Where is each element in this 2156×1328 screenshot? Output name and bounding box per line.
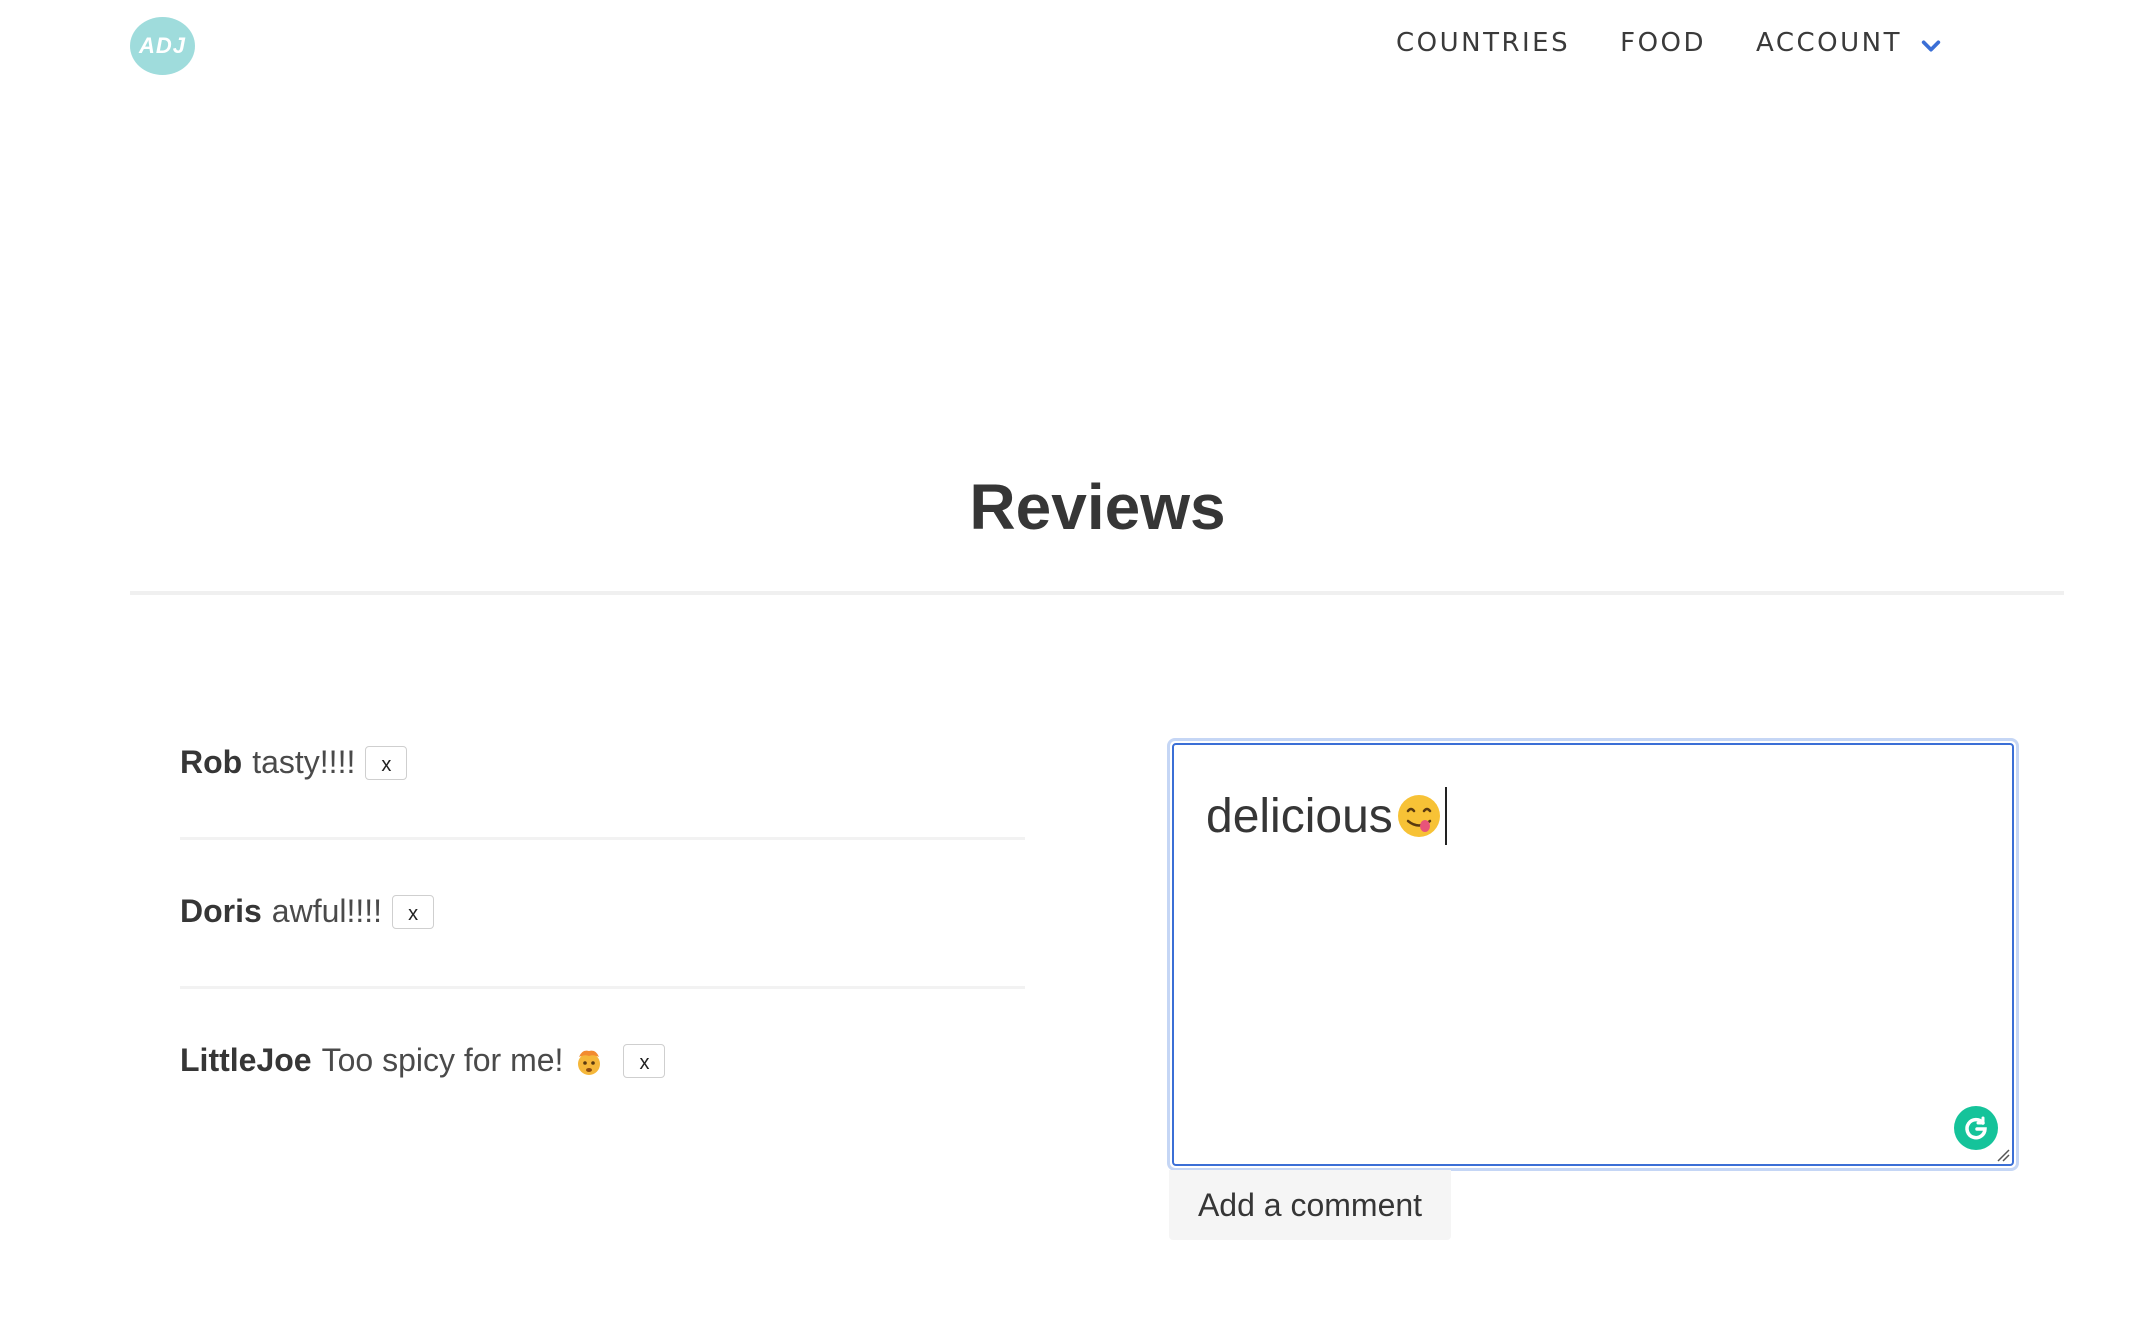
text-caret	[1444, 787, 1447, 845]
comment-value: delicious	[1206, 787, 1447, 845]
comment-text: delicious	[1206, 789, 1393, 843]
review-divider	[180, 986, 1025, 989]
logo-text: ADJ	[138, 33, 186, 58]
page-title: Reviews	[969, 471, 1226, 543]
add-comment-button[interactable]: Add a comment	[1169, 1170, 1451, 1240]
review-text: tasty!!!!	[252, 744, 356, 780]
nav-countries[interactable]: COUNTRIES	[1396, 28, 1570, 58]
review-item: Rob tasty!!!! x	[180, 744, 408, 781]
comment-textarea-focus-ring: delicious	[1167, 738, 2019, 1171]
review-item: Doris awful!!!! x	[180, 893, 435, 930]
review-author: Rob	[180, 744, 243, 780]
delete-review-button[interactable]: x	[365, 745, 408, 780]
resize-handle-icon[interactable]	[1994, 1146, 2010, 1162]
review-author: Doris	[180, 893, 262, 929]
nav-account-label: ACCOUNT	[1756, 28, 1902, 58]
delete-review-button[interactable]: x	[392, 894, 435, 929]
grammarly-g-icon	[1965, 1116, 1987, 1140]
top-nav: COUNTRIES FOOD ACCOUNT	[1396, 28, 1942, 58]
nav-account[interactable]: ACCOUNT	[1756, 28, 1942, 58]
nav-food[interactable]: FOOD	[1620, 28, 1706, 58]
page: ADJ COUNTRIES FOOD ACCOUNT Reviews Rob t…	[0, 0, 2156, 1328]
logo[interactable]: ADJ	[130, 17, 195, 75]
comment-textarea[interactable]: delicious	[1172, 743, 2014, 1166]
exploding-head-icon	[578, 1050, 601, 1075]
review-item: LittleJoe Too spicy for me! x	[180, 1042, 666, 1079]
review-author: LittleJoe	[180, 1042, 312, 1078]
review-text: Too spicy for me!	[321, 1042, 564, 1078]
delete-review-button[interactable]: x	[623, 1043, 666, 1078]
yum-face-icon	[1397, 795, 1440, 837]
review-divider	[180, 837, 1025, 840]
review-text: awful!!!!	[271, 893, 383, 929]
grammarly-icon[interactable]	[1954, 1106, 1998, 1150]
chevron-down-icon	[1921, 40, 1941, 52]
title-divider	[130, 591, 2064, 595]
